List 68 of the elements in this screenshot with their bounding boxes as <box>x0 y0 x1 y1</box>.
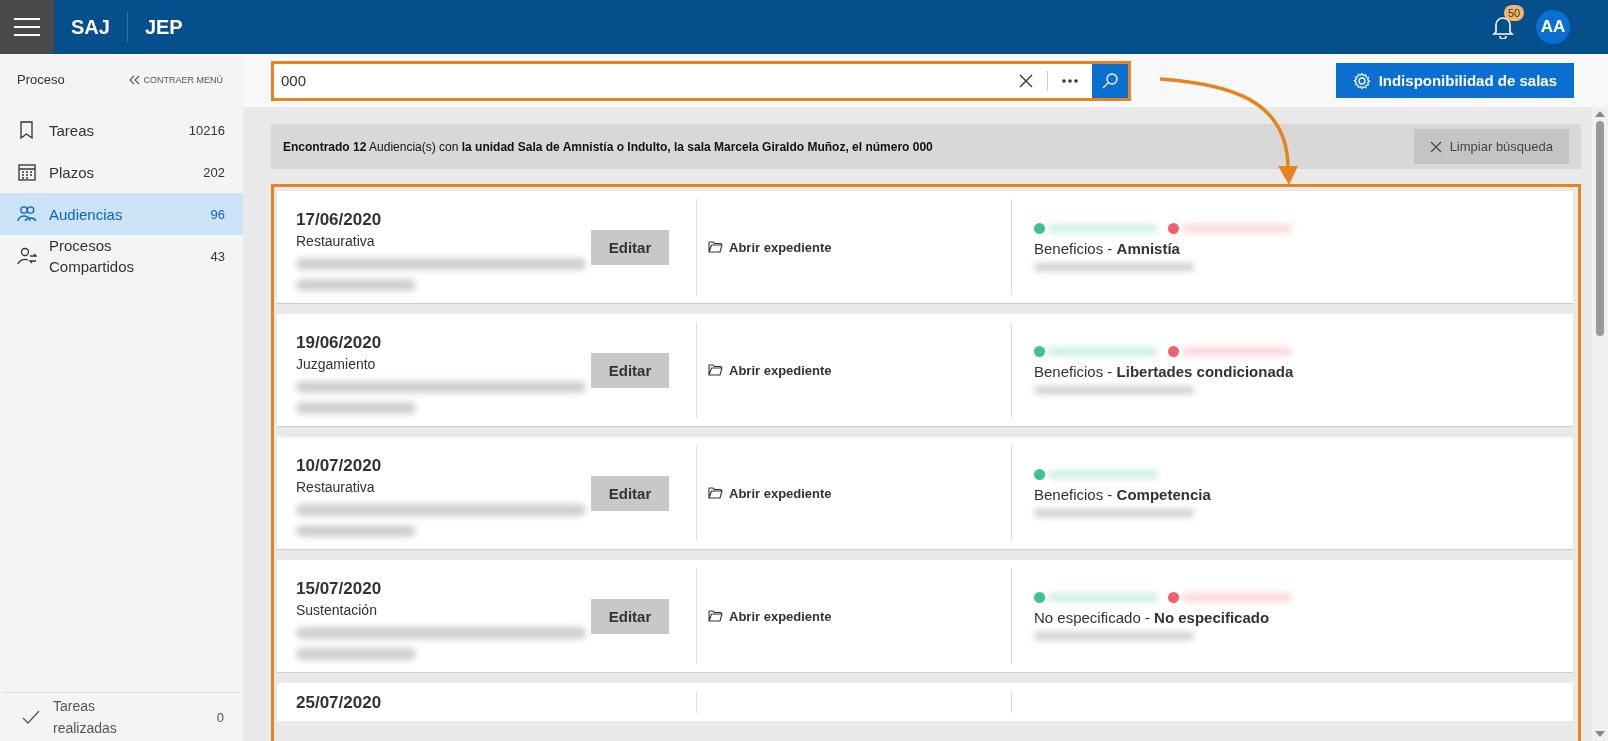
sidebar-item-label: Tareas <box>49 120 96 141</box>
hearing-subject: Beneficios - Amnistía <box>1034 240 1181 257</box>
calendar-icon <box>17 162 37 182</box>
sidebar-item[interactable]: Plazos 202 <box>0 151 243 193</box>
hearing-date: 15/07/2020 <box>296 578 382 599</box>
hearing-subject: Beneficios - Libertades condicionada <box>1034 363 1295 380</box>
more-icon[interactable] <box>1062 78 1078 83</box>
folder-icon <box>708 610 723 622</box>
hearing-date: 10/07/2020 <box>296 455 382 476</box>
menu-icon <box>14 18 40 36</box>
sidebar-item-count: 10216 <box>188 122 225 138</box>
hearing-subject: No especificado - No especificado <box>1034 609 1271 626</box>
search-input[interactable]: 000 <box>274 65 1005 96</box>
open-file-link[interactable]: Abrir expediente <box>708 608 832 624</box>
avatar[interactable]: AA <box>1536 10 1570 44</box>
hearing-subject: Beneficios - Competencia <box>1034 486 1212 503</box>
open-file-link[interactable]: Abrir expediente <box>708 362 832 378</box>
sidebar-item[interactable]: Audiencias 96 <box>0 193 243 235</box>
room-unavailability-button[interactable]: Indisponibilidad de salas <box>1335 63 1574 98</box>
sidebar-item-count: 96 <box>210 206 225 222</box>
hearing-type: Restaurativa <box>296 232 375 249</box>
folder-icon <box>708 364 723 376</box>
double-chevron-icon <box>129 74 141 85</box>
people-icon <box>17 204 37 224</box>
sidebar-item-label: Audiencias <box>49 204 124 225</box>
bell-icon[interactable] <box>1492 15 1514 39</box>
edit-button[interactable]: Editar <box>591 598 669 634</box>
clear-icon[interactable] <box>1019 73 1033 88</box>
scroll-down-icon[interactable] <box>1595 731 1605 737</box>
brand-logo[interactable]: SAJ <box>71 15 110 39</box>
notification-badge: 50 <box>1504 5 1525 21</box>
person-share-icon <box>17 246 37 266</box>
gear-icon <box>1352 71 1371 90</box>
folder-icon <box>708 487 723 499</box>
sidebar-item-count: 43 <box>210 248 225 264</box>
hearing-date: 25/07/2020 <box>296 693 382 713</box>
collapse-menu-link[interactable]: CONTRAER MENÚ <box>129 74 223 85</box>
edit-button[interactable]: Editar <box>591 229 669 265</box>
sidebar-title: Proceso <box>17 72 65 87</box>
search-icon <box>1102 72 1118 89</box>
scrollbar[interactable] <box>1592 107 1608 741</box>
hearing-type: Juzgamiento <box>296 355 376 372</box>
completed-tasks-count: 0 <box>216 709 224 725</box>
hearing-date: 19/06/2020 <box>296 332 382 353</box>
hearing-date: 17/06/2020 <box>296 209 382 230</box>
hearing-type: Restaurativa <box>296 478 375 495</box>
sidebar-item-count: 202 <box>203 164 225 180</box>
clear-search-button[interactable]: Limpiar búsqueda <box>1413 129 1569 164</box>
search-field[interactable]: 000 <box>274 63 1128 98</box>
scroll-up-icon[interactable] <box>1595 111 1605 117</box>
module-name: JEP <box>144 15 183 39</box>
sidebar-item-label: Procesos Compartidos <box>49 236 136 277</box>
sidebar-item[interactable]: Tareas 10216 <box>0 109 243 151</box>
close-icon <box>1429 140 1442 153</box>
sidebar-item[interactable]: Procesos Compartidos 43 <box>0 235 243 277</box>
completed-tasks-item[interactable]: Tareas realizadas 0 <box>3 692 240 741</box>
hearing-type: Sustentación <box>296 601 377 618</box>
open-file-link[interactable]: Abrir expediente <box>708 239 832 255</box>
scrollbar-thumb[interactable] <box>1596 121 1604 336</box>
search-button[interactable] <box>1092 63 1128 98</box>
menu-button[interactable] <box>0 0 54 54</box>
open-file-link[interactable]: Abrir expediente <box>708 485 832 501</box>
sidebar-item-label: Plazos <box>49 162 96 183</box>
edit-button[interactable]: Editar <box>591 352 669 388</box>
completed-tasks-label: Tareas realizadas <box>53 697 118 738</box>
folder-icon <box>708 241 723 253</box>
search-summary-text: Encontrado 12 Audiencia(s) con la unidad Sala de Amnistía o Indulto, la sala Marcela Giraldo Muñoz, el número 000 <box>283 139 934 154</box>
edit-button[interactable]: Editar <box>591 475 669 511</box>
